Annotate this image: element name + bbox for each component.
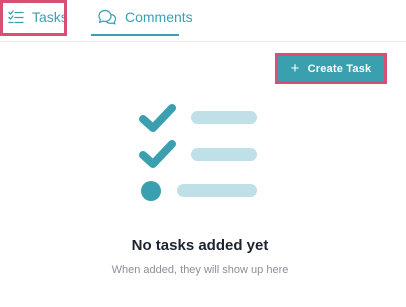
tab-comments[interactable]: Comments (91, 0, 193, 36)
empty-state-subtitle: When added, they will show up here (111, 264, 289, 276)
empty-state-title: No tasks added yet (131, 237, 269, 254)
create-task-button[interactable]: + Create Task (275, 53, 387, 84)
tab-comments-label: Comments (125, 9, 193, 25)
tab-tasks-label: Tasks (32, 9, 68, 25)
task-list-icon (8, 10, 24, 24)
comments-icon (97, 9, 117, 25)
tab-bar: Tasks Comments (0, 0, 406, 42)
create-task-label: Create Task (307, 62, 372, 75)
empty-checklist-illustration (135, 96, 265, 206)
tab-tasks[interactable]: Tasks (0, 0, 68, 36)
plus-icon: + (290, 60, 300, 77)
